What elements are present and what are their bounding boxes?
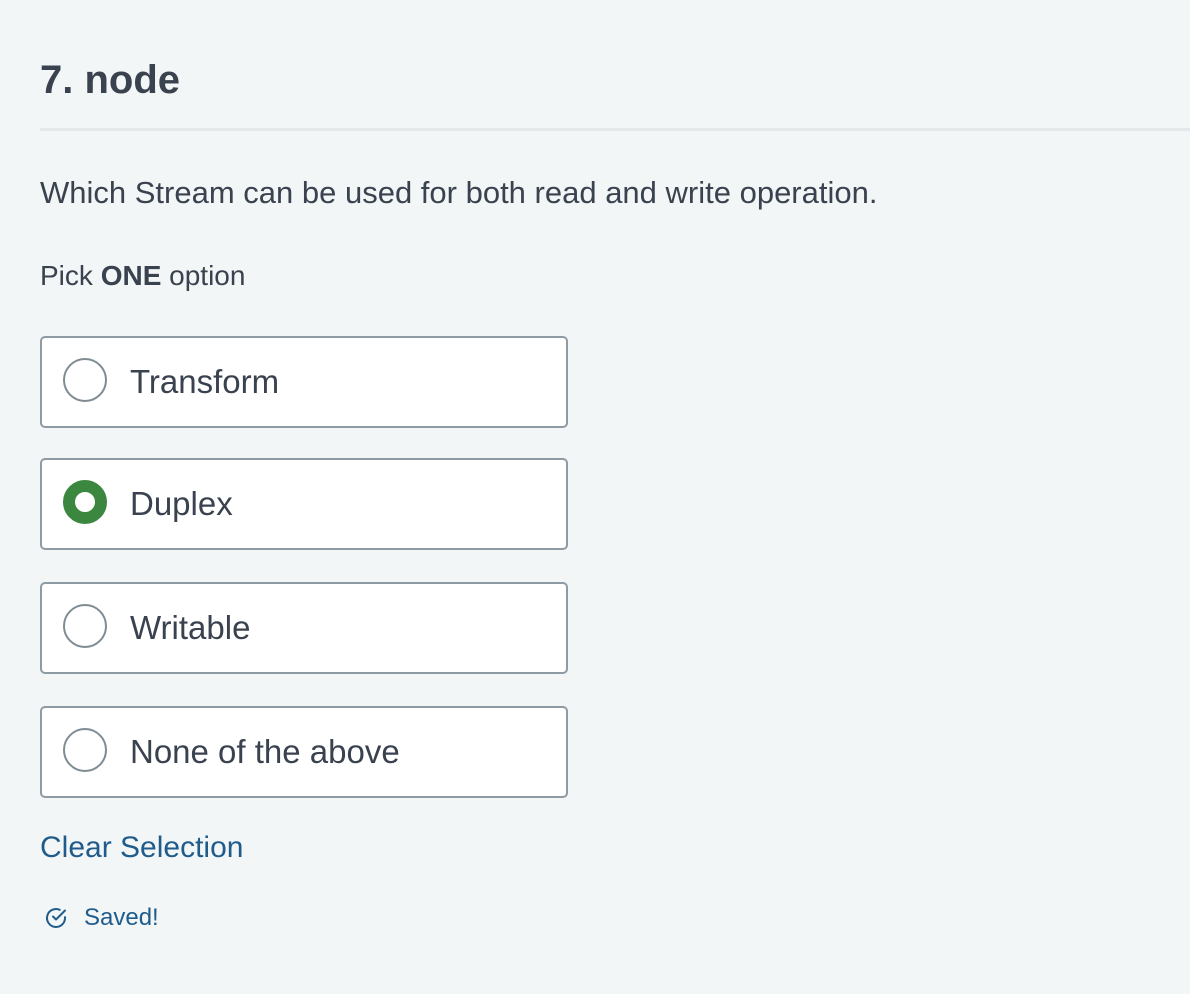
question-title: 7. node <box>40 58 181 102</box>
radio-button[interactable] <box>63 358 107 402</box>
radio-button[interactable] <box>63 480 107 524</box>
title-divider <box>40 128 1190 131</box>
save-status-text: Saved! <box>84 904 159 931</box>
instruction-text: Pick ONE option <box>40 258 245 294</box>
option-label: None of the above <box>130 733 400 770</box>
option-label: Writable <box>130 609 251 646</box>
option-label: Duplex <box>130 485 233 522</box>
option-writable[interactable]: Writable <box>40 582 568 674</box>
instruction-suffix: option <box>169 260 246 291</box>
option-transform[interactable]: Transform <box>40 336 568 428</box>
radio-button[interactable] <box>63 604 107 648</box>
check-circle-icon <box>46 908 66 928</box>
instruction-prefix: Pick <box>40 260 93 291</box>
option-none-of-the-above[interactable]: None of the above <box>40 706 568 798</box>
instruction-emphasis: ONE <box>100 260 162 291</box>
save-status: Saved! <box>44 902 159 934</box>
clear-selection-link[interactable]: Clear Selection <box>40 828 243 868</box>
option-label: Transform <box>130 363 280 400</box>
question-text: Which Stream can be used for both read a… <box>40 175 878 210</box>
radio-button[interactable] <box>63 728 107 772</box>
option-duplex[interactable]: Duplex <box>40 458 568 550</box>
